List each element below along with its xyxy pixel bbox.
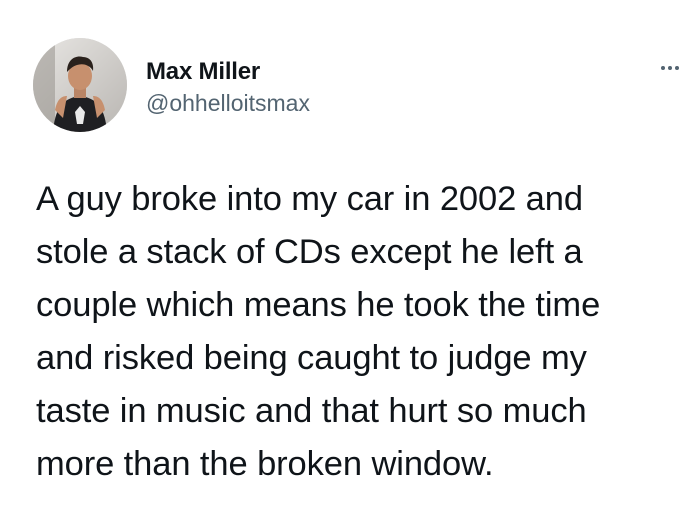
dot bbox=[675, 66, 679, 70]
profile-photo-icon bbox=[33, 38, 127, 132]
tweet-text-line: more than the broken window. bbox=[36, 445, 494, 483]
user-handle[interactable]: @ohhelloitsmax bbox=[146, 90, 310, 117]
tweet-text-line: couple which means he took the time bbox=[36, 286, 601, 324]
avatar[interactable] bbox=[33, 38, 127, 132]
tweet-text-line: and risked being caught to judge my bbox=[36, 339, 587, 377]
tweet-text-line: A guy broke into my car in 2002 and bbox=[36, 180, 583, 218]
tweet-text: A guy broke into my car in 2002 and stol… bbox=[36, 173, 676, 491]
tweet-text-line: taste in music and that hurt so much bbox=[36, 392, 587, 430]
tweet-card: Max Miller @ohhelloitsmax A guy broke in… bbox=[0, 0, 700, 515]
display-name[interactable]: Max Miller bbox=[146, 58, 260, 86]
dot bbox=[668, 66, 672, 70]
tweet-text-line: stole a stack of CDs except he left a bbox=[36, 233, 583, 271]
dot bbox=[661, 66, 665, 70]
more-options-icon[interactable] bbox=[650, 56, 690, 80]
